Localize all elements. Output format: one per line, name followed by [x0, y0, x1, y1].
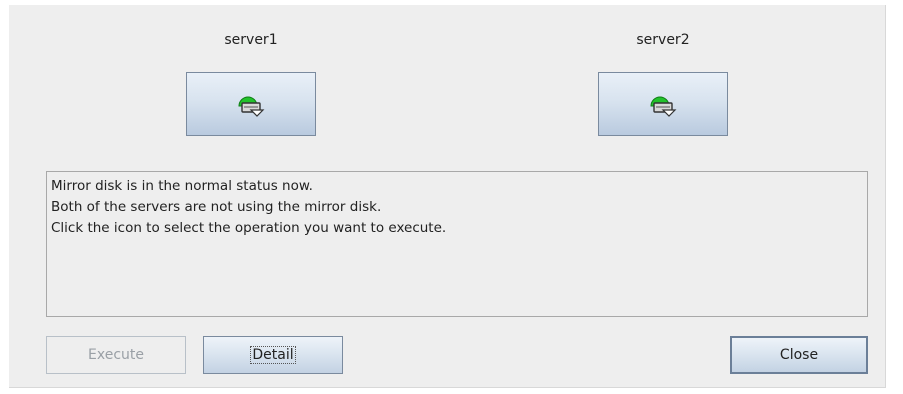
server1-label: server1	[224, 32, 278, 48]
mirror-disk-normal-icon	[650, 96, 677, 117]
mirror-disk-dialog: server1 server2 Mirror disk is in the no…	[9, 5, 886, 388]
server1-button[interactable]	[186, 72, 316, 136]
server2-button[interactable]	[598, 72, 728, 136]
status-message-line: Click the icon to select the operation y…	[51, 220, 447, 236]
close-button[interactable]: Close	[730, 336, 868, 374]
status-message-line: Both of the servers are not using the mi…	[51, 199, 382, 215]
execute-button[interactable]: Execute	[46, 336, 186, 374]
detail-button-label: Detail	[250, 346, 296, 364]
mirror-disk-normal-icon	[238, 96, 265, 117]
status-message-line: Mirror disk is in the normal status now.	[51, 178, 313, 194]
status-message-box: Mirror disk is in the normal status now.…	[46, 171, 868, 317]
server2-label: server2	[636, 32, 690, 48]
detail-button[interactable]: Detail	[203, 336, 343, 374]
close-button-label: Close	[779, 347, 819, 363]
execute-button-label: Execute	[88, 347, 144, 363]
